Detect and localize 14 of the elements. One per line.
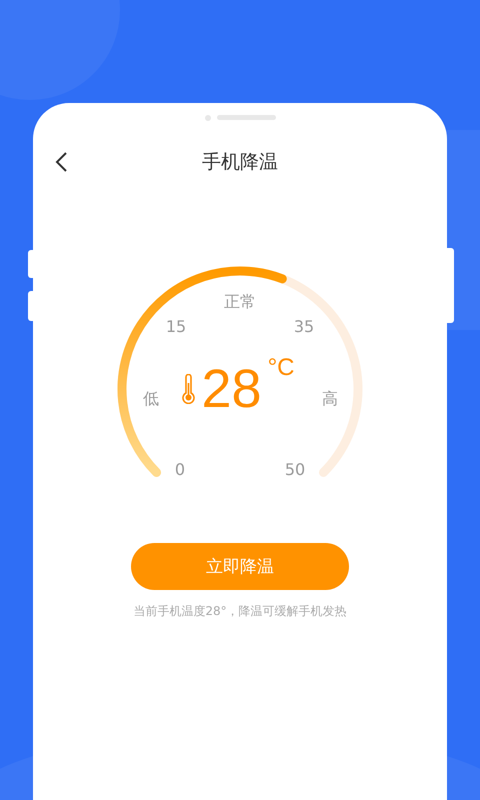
- cool-down-button[interactable]: 立即降温: [131, 543, 349, 590]
- scale-tick: 0: [174, 462, 186, 478]
- status-label: 正常: [224, 294, 256, 310]
- high-label: 高: [322, 391, 338, 407]
- thermometer-icon: [182, 374, 196, 404]
- scale-tick: 35: [294, 319, 314, 335]
- hint-text: 当前手机温度28°，降温可缓解手机发热: [132, 603, 348, 620]
- back-icon[interactable]: [53, 151, 69, 173]
- scale-tick: 50: [284, 462, 306, 478]
- screen-title: 手机降温: [202, 150, 278, 174]
- low-label: 低: [143, 391, 159, 407]
- scale-tick: 15: [166, 319, 186, 335]
- temperature-value: 28: [202, 362, 262, 416]
- temperature-unit: °C: [268, 354, 294, 382]
